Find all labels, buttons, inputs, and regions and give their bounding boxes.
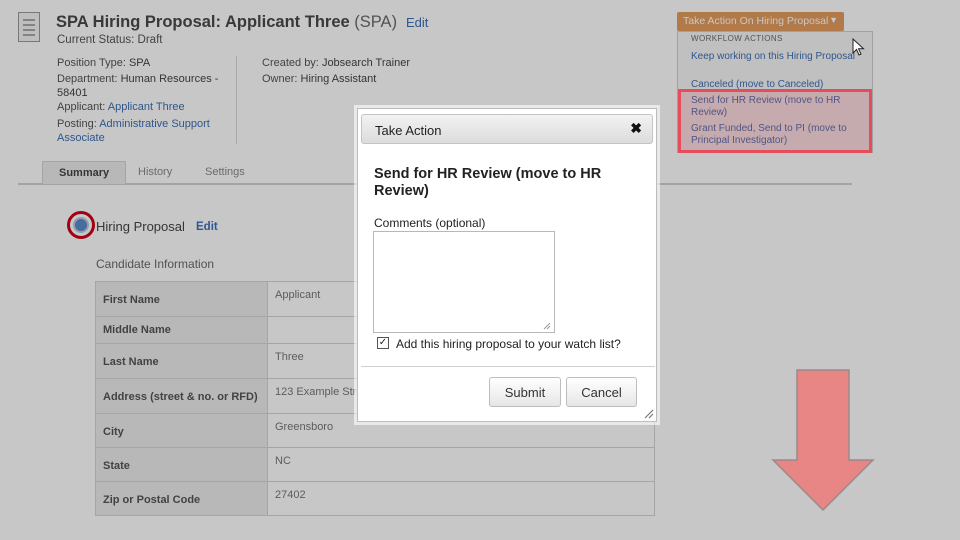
cancel-button[interactable]: Cancel [566,377,637,407]
submit-button[interactable]: Submit [489,377,561,407]
arrow-down-icon [771,369,875,512]
resize-grip-icon[interactable] [542,321,551,330]
dialog-resize-grip-icon[interactable] [643,408,654,419]
close-icon[interactable]: ✖ [630,120,642,137]
dialog-divider [361,366,655,367]
dialog-header: Take Action ✖ [361,114,653,144]
highlight-box [678,89,872,153]
take-action-dialog: Take Action ✖ Send for HR Review (move t… [357,108,657,422]
dialog-heading: Send for HR Review (move to HR Review) [374,166,602,199]
dialog-title: Take Action [375,123,442,138]
mouse-pointer-icon [852,38,865,56]
watch-list-checkbox[interactable]: ✓ [377,337,389,349]
watch-list-label: Add this hiring proposal to your watch l… [396,337,621,351]
comments-textarea[interactable] [373,231,555,333]
comments-label: Comments (optional) [374,216,486,230]
